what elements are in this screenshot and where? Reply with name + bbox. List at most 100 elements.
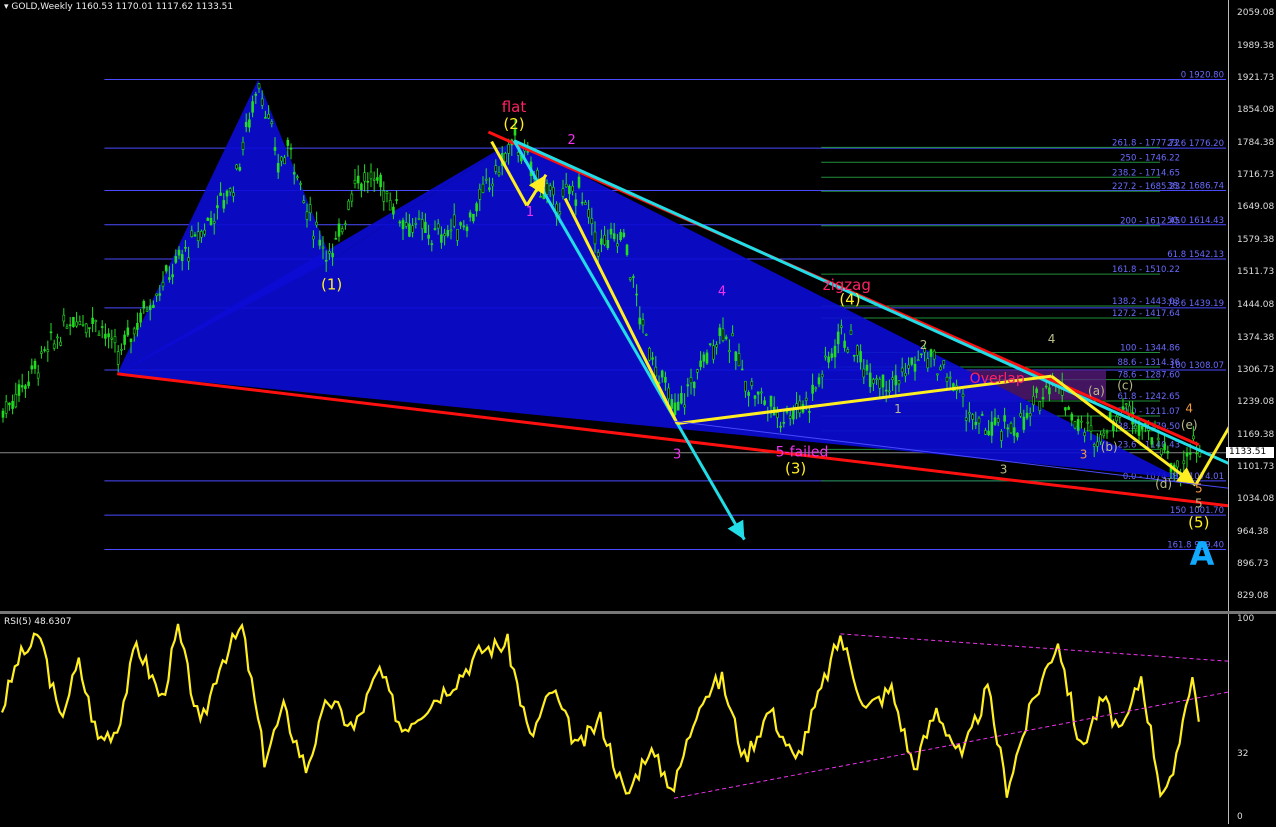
candle-body <box>708 343 712 345</box>
fib-extension-label: 227.2 - 1685.23 <box>1112 182 1180 192</box>
candle-body <box>664 377 667 383</box>
candle-body <box>737 353 741 367</box>
candle-body <box>580 201 584 204</box>
candle-body <box>417 218 421 220</box>
candle-body <box>65 326 69 329</box>
price-chart[interactable]: 0 1920.8023.6 1776.2038.2 1686.7450.0 16… <box>0 0 1228 611</box>
candle-body <box>865 364 869 371</box>
fib-level-label: 0 1920.80 <box>1181 71 1224 81</box>
fib-extension-label: 100 - 1344.86 <box>1120 344 1180 354</box>
candle-body <box>830 353 834 358</box>
candle-body <box>337 223 341 237</box>
candle-body <box>302 200 306 203</box>
candle-body <box>241 141 245 150</box>
candle-body <box>168 277 171 280</box>
candle-body <box>459 222 462 226</box>
candle-body <box>1092 443 1096 447</box>
wave-label: 5 <box>1195 481 1203 495</box>
fib-extension-label: 161.8 - 1510.22 <box>1112 265 1180 275</box>
candle-body <box>289 147 293 150</box>
candle-body <box>251 101 254 113</box>
price-scale-tick: 1374.38 <box>1237 332 1275 343</box>
candle-body <box>436 223 440 229</box>
candle-body <box>267 113 270 119</box>
candle-body <box>504 153 507 163</box>
candle-body <box>132 328 136 335</box>
candle-body <box>1198 451 1202 457</box>
fib-extension-label: 138.2 - 1443.03 <box>1112 297 1180 307</box>
price-scale-tick: 1511.73 <box>1237 267 1275 278</box>
rsi-header: RSI(5) 48.6307 <box>4 617 72 627</box>
candle-body <box>1089 425 1093 432</box>
candle-body <box>939 366 942 371</box>
candle-body <box>497 171 501 176</box>
price-scale[interactable]: 2059.08 1989.38 1921.73 1854.08 1784.38 1716.… <box>1228 0 1276 611</box>
candle-body <box>376 177 379 181</box>
candle-body <box>507 144 510 154</box>
rsi-chart[interactable] <box>0 614 1228 824</box>
candle-body <box>622 232 626 237</box>
candle-body <box>894 375 898 386</box>
candle-body <box>11 400 14 409</box>
candle-body <box>481 183 485 193</box>
candle-body <box>548 185 552 191</box>
candle-body <box>964 417 968 421</box>
candle-body <box>763 400 766 405</box>
candle-body <box>148 305 152 311</box>
candle-body <box>449 229 453 232</box>
candle-body <box>868 372 872 387</box>
candle-body <box>72 317 75 328</box>
candle-body <box>916 359 920 362</box>
price-scale-tick: 1854.08 <box>1237 105 1275 116</box>
candle-body <box>180 254 184 262</box>
wave-label: 4 <box>718 285 726 300</box>
candle-body <box>404 222 408 227</box>
candle-body <box>129 338 133 343</box>
candle-body <box>718 327 722 336</box>
candle-body <box>1192 435 1195 440</box>
candle-body <box>1188 452 1192 455</box>
candle-body <box>225 190 229 197</box>
candle-body <box>14 393 18 408</box>
candle-body <box>184 247 187 249</box>
candle-body <box>379 174 382 188</box>
candle-body <box>920 353 923 356</box>
candle-body <box>244 121 248 127</box>
candle-body <box>321 246 325 249</box>
candle-body <box>897 380 901 385</box>
candle-body <box>1012 427 1016 436</box>
candle-body <box>347 200 350 210</box>
candle-body <box>1160 448 1163 455</box>
candle-body <box>1035 388 1038 393</box>
candle-body <box>24 385 27 390</box>
candle-body <box>360 183 363 191</box>
candle-body <box>462 225 466 228</box>
candle-body <box>715 344 718 348</box>
candle-body <box>593 231 597 245</box>
candle-body <box>414 223 418 225</box>
candle-body <box>222 200 226 209</box>
candle-body <box>1003 415 1006 422</box>
candle-body <box>136 323 139 330</box>
candle-body <box>1176 460 1179 468</box>
candle-body <box>692 382 696 389</box>
candle-body <box>84 323 88 334</box>
candle-body <box>616 243 619 247</box>
candle-body <box>145 309 149 312</box>
candle-body <box>1 410 5 418</box>
candle-body <box>936 373 939 376</box>
candle-body <box>299 183 302 185</box>
candle-body <box>1006 427 1010 430</box>
wave-label: 2 <box>567 133 575 148</box>
candle-body <box>961 393 965 398</box>
candle-body <box>948 376 952 379</box>
candle-body <box>238 166 242 171</box>
candle-body <box>584 202 587 205</box>
price-scale-tick: 1169.38 <box>1237 429 1275 440</box>
candle-body <box>564 183 568 188</box>
candle-body <box>1016 432 1019 438</box>
candle-body <box>587 209 590 218</box>
candle-body <box>945 376 949 382</box>
candle-body <box>792 409 795 420</box>
candle-body <box>78 321 82 325</box>
